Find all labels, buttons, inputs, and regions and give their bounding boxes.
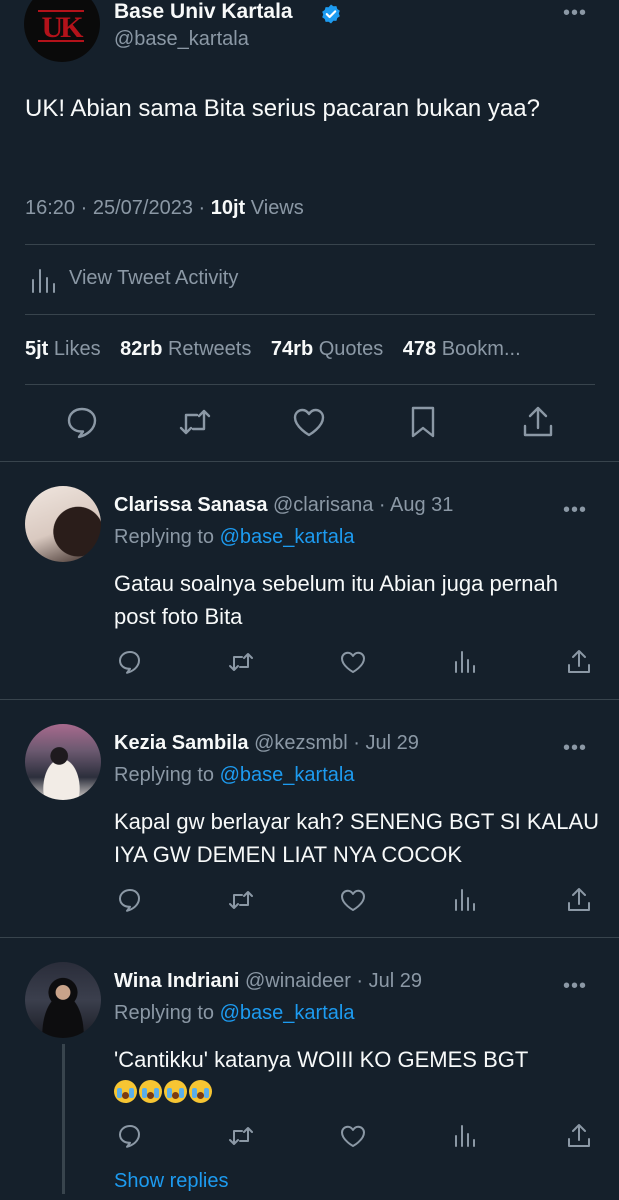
avatar[interactable]: UK bbox=[24, 0, 100, 62]
heart-icon[interactable] bbox=[339, 1122, 367, 1150]
divider bbox=[25, 384, 595, 385]
emoji-row bbox=[114, 1076, 604, 1109]
more-dots-icon[interactable]: ••• bbox=[563, 500, 587, 520]
share-icon[interactable] bbox=[565, 886, 593, 914]
author-name[interactable]: Clarissa Sanasa bbox=[114, 494, 267, 516]
share-icon[interactable] bbox=[520, 404, 556, 440]
reply-header: Wina Indriani @winaideer · Jul 29 bbox=[114, 970, 422, 993]
reply-text: 'Cantikku' katanya WOIII KO GEMES BGT bbox=[114, 1047, 529, 1072]
views-count: 10jt bbox=[210, 197, 246, 219]
retweets-stat[interactable]: 82rb Retweets bbox=[120, 338, 251, 360]
crying-face-emoji-icon bbox=[139, 1080, 162, 1103]
retweet-icon[interactable] bbox=[227, 1122, 255, 1150]
author-name[interactable]: Wina Indriani bbox=[114, 970, 239, 992]
retweet-icon[interactable] bbox=[177, 404, 213, 440]
retweet-icon[interactable] bbox=[227, 886, 255, 914]
bookmarks-label: Bookm... bbox=[441, 338, 521, 360]
retweets-label: Retweets bbox=[167, 338, 252, 360]
tweet-date[interactable]: 25/07/2023 bbox=[93, 197, 193, 219]
tweet-text: UK! Abian sama Bita serius pacaran bukan… bbox=[25, 95, 540, 122]
author-name[interactable]: Base Univ Kartala bbox=[114, 0, 293, 24]
analytics-bars-icon[interactable] bbox=[451, 1122, 479, 1150]
author-handle[interactable]: @winaideer bbox=[245, 970, 351, 992]
retweets-count: 82rb bbox=[120, 338, 163, 360]
more-dots-icon[interactable]: ••• bbox=[563, 976, 587, 996]
separator: · bbox=[347, 732, 366, 754]
reply-date[interactable]: Aug 31 bbox=[390, 494, 453, 516]
avatar[interactable] bbox=[25, 724, 101, 800]
tweet-time[interactable]: 16:20 bbox=[25, 197, 75, 219]
avatar[interactable] bbox=[25, 486, 101, 562]
crying-face-emoji-icon bbox=[164, 1080, 187, 1103]
heart-icon[interactable] bbox=[339, 886, 367, 914]
show-replies-link[interactable]: Show replies bbox=[114, 1170, 229, 1193]
share-icon[interactable] bbox=[565, 648, 593, 676]
more-dots-icon[interactable]: ••• bbox=[563, 3, 587, 23]
bookmarks-count: 478 bbox=[402, 338, 437, 360]
replying-prefix: Replying to bbox=[114, 764, 215, 786]
replying-prefix: Replying to bbox=[114, 1002, 215, 1024]
reply-date[interactable]: Jul 29 bbox=[369, 970, 422, 992]
divider bbox=[25, 244, 595, 245]
author-handle[interactable]: @clarisana bbox=[273, 494, 373, 516]
share-icon[interactable] bbox=[565, 1122, 593, 1150]
reply-header: Kezia Sambila @kezsmbl · Jul 29 bbox=[114, 732, 419, 755]
heart-icon[interactable] bbox=[291, 404, 327, 440]
reply-tweet[interactable]: Wina Indriani @winaideer · Jul 29 ••• Re… bbox=[0, 938, 619, 1200]
reply-tweet[interactable]: Clarissa Sanasa @clarisana · Aug 31 ••• … bbox=[0, 462, 619, 700]
reply-tweet[interactable]: Kezia Sambila @kezsmbl · Jul 29 ••• Repl… bbox=[0, 700, 619, 938]
reply-bubble-icon[interactable] bbox=[64, 404, 100, 440]
separator: · bbox=[373, 494, 391, 516]
replying-to-link[interactable]: @base_kartala bbox=[220, 526, 355, 548]
main-tweet: UK Base Univ Kartala @base_kartala ••• U… bbox=[0, 0, 619, 462]
replying-to: Replying to @base_kartala bbox=[114, 1002, 354, 1025]
reply-bubble-icon[interactable] bbox=[116, 1122, 144, 1150]
reply-date[interactable]: Jul 29 bbox=[366, 732, 419, 754]
crying-face-emoji-icon bbox=[189, 1080, 212, 1103]
likes-count: 5jt bbox=[25, 338, 49, 360]
quotes-label: Quotes bbox=[318, 338, 384, 360]
uk-logo: UK bbox=[38, 10, 84, 44]
reply-bubble-icon[interactable] bbox=[116, 648, 144, 676]
views-label: Views bbox=[250, 197, 304, 219]
bookmark-icon[interactable] bbox=[405, 404, 441, 440]
divider bbox=[25, 314, 595, 315]
likes-stat[interactable]: 5jt Likes bbox=[25, 338, 101, 360]
tweet-meta: 16:20 · 25/07/2023 · 10jt Views bbox=[25, 197, 304, 220]
retweet-icon[interactable] bbox=[227, 648, 255, 676]
crying-face-emoji-icon bbox=[114, 1080, 137, 1103]
avatar[interactable] bbox=[25, 962, 101, 1038]
thread-line bbox=[62, 1044, 65, 1194]
author-name[interactable]: Kezia Sambila bbox=[114, 732, 249, 754]
reply-header: Clarissa Sanasa @clarisana · Aug 31 bbox=[114, 494, 453, 517]
replying-to: Replying to @base_kartala bbox=[114, 764, 354, 787]
heart-icon[interactable] bbox=[339, 648, 367, 676]
likes-label: Likes bbox=[53, 338, 101, 360]
tweet-stats: 5jt Likes 82rb Retweets 74rb Quotes 478 … bbox=[25, 338, 595, 361]
reply-text: Kapal gw berlayar kah? SENENG BGT SI KAL… bbox=[114, 809, 600, 867]
reply-text-block: 'Cantikku' katanya WOIII KO GEMES BGT bbox=[114, 1043, 604, 1109]
separator: · bbox=[350, 970, 369, 992]
view-tweet-activity-link[interactable]: View Tweet Activity bbox=[69, 267, 238, 290]
verified-badge-icon bbox=[322, 4, 340, 24]
replying-prefix: Replying to bbox=[114, 526, 215, 548]
author-handle[interactable]: @kezsmbl bbox=[254, 732, 348, 754]
replying-to-link[interactable]: @base_kartala bbox=[220, 1002, 355, 1024]
analytics-bars-icon[interactable] bbox=[451, 886, 479, 914]
separator: · bbox=[75, 197, 93, 219]
bookmarks-stat[interactable]: 478 Bookm... bbox=[403, 338, 521, 360]
author-handle[interactable]: @base_kartala bbox=[114, 28, 249, 51]
reply-bubble-icon[interactable] bbox=[116, 886, 144, 914]
reply-text: Gatau soalnya sebelum itu Abian juga per… bbox=[114, 571, 558, 629]
analytics-bars-icon[interactable] bbox=[451, 648, 479, 676]
quotes-count: 74rb bbox=[270, 338, 314, 360]
quotes-stat[interactable]: 74rb Quotes bbox=[271, 338, 383, 360]
replying-to-link[interactable]: @base_kartala bbox=[220, 764, 355, 786]
more-dots-icon[interactable]: ••• bbox=[563, 738, 587, 758]
separator: · bbox=[192, 197, 211, 219]
replying-to: Replying to @base_kartala bbox=[114, 526, 354, 549]
analytics-bars-icon[interactable] bbox=[30, 264, 58, 294]
